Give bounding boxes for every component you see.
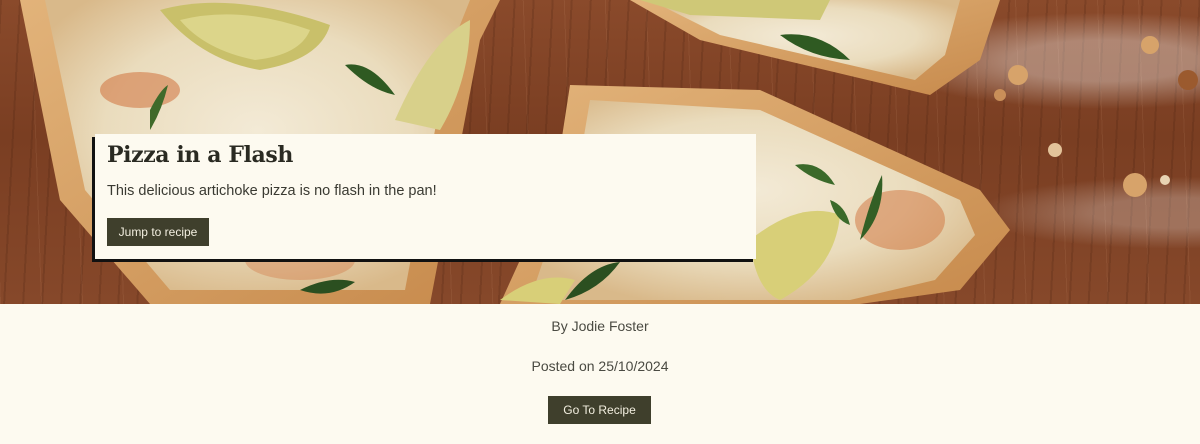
- jump-to-recipe-button[interactable]: Jump to recipe: [107, 218, 209, 246]
- posted-date: Posted on 25/10/2024: [531, 358, 669, 374]
- go-to-recipe-button[interactable]: Go To Recipe: [548, 396, 651, 424]
- blog-post-page: Pizza in a Flash This delicious artichok…: [0, 0, 1200, 444]
- post-meta: By Jodie Foster Posted on 25/10/2024 Go …: [0, 304, 1200, 444]
- card-title: Pizza in a Flash: [107, 142, 293, 168]
- recipe-card: Pizza in a Flash This delicious artichok…: [95, 134, 756, 259]
- card-description: This delicious artichoke pizza is no fla…: [107, 183, 437, 199]
- author-name: By Jodie Foster: [551, 318, 649, 334]
- hero-image: Pizza in a Flash This delicious artichok…: [0, 0, 1200, 304]
